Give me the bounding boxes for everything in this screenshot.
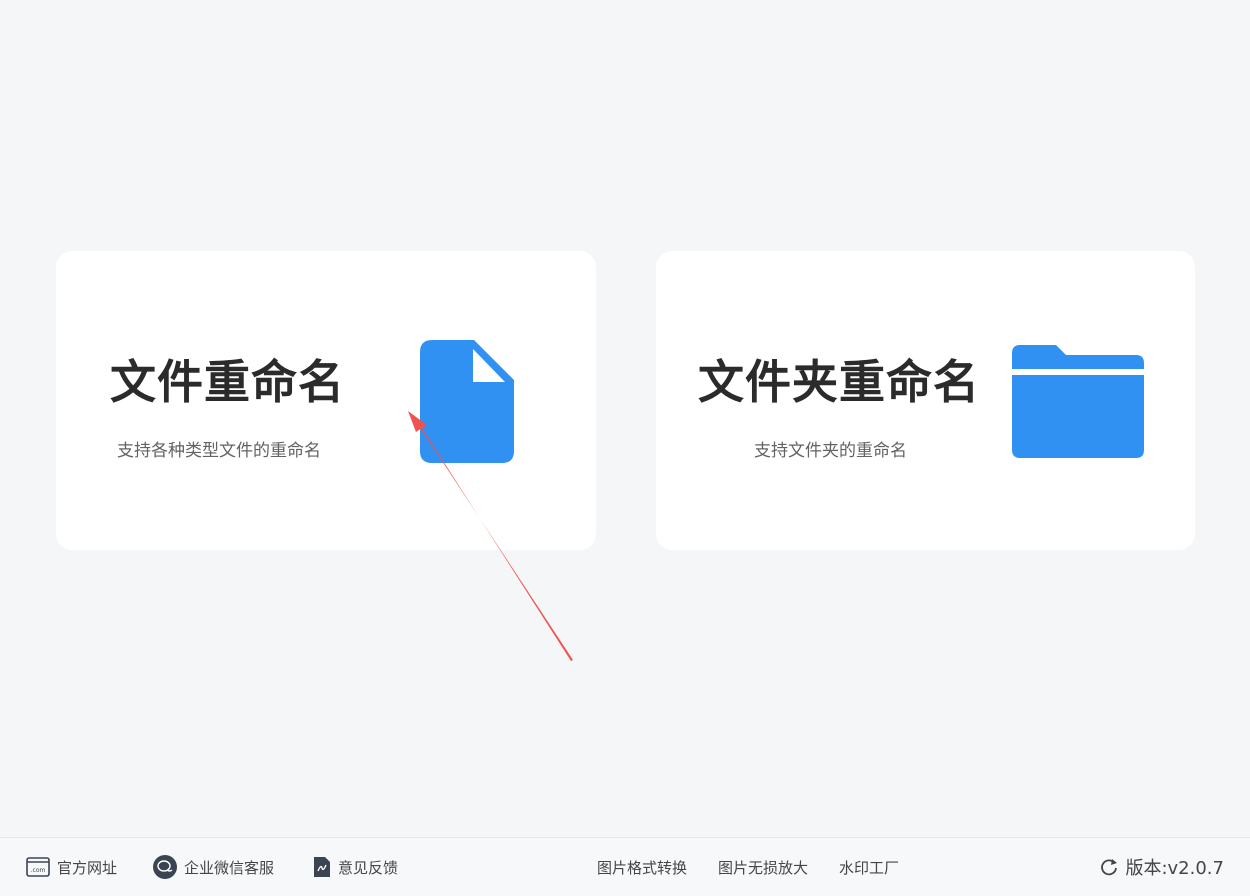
image-lossless-enlarge-label: 图片无损放大 [718,858,809,877]
folder-rename-title: 文件夹重命名 [698,355,980,409]
file-rename-title: 文件重命名 [110,355,345,409]
image-format-convert-link[interactable]: 图片格式转换 [597,838,687,896]
wechat-service-link[interactable]: 企业微信客服 [153,838,274,896]
website-com-icon: .com [26,857,50,877]
wechat-chat-icon [153,855,177,879]
svg-text:.com: .com [31,867,46,874]
file-rename-description: 支持各种类型文件的重命名 [117,441,321,461]
image-lossless-enlarge-link[interactable]: 图片无损放大 [718,838,808,896]
footer-bar: .com 官方网址 企业微信客服 意见反馈 图片格式转换 图片无损放大 水印工厂… [0,837,1250,895]
watermark-factory-link[interactable]: 水印工厂 [839,838,899,896]
folder-icon [1012,345,1144,462]
official-website-label: 官方网址 [57,858,118,877]
wechat-service-label: 企业微信客服 [184,858,275,877]
feedback-label: 意见反馈 [338,858,399,877]
watermark-factory-label: 水印工厂 [839,858,900,877]
feedback-link[interactable]: 意见反馈 [313,838,398,896]
official-website-link[interactable]: .com 官方网址 [26,838,117,896]
file-icon [420,340,514,467]
file-rename-card[interactable]: 文件重命名 支持各种类型文件的重命名 [56,251,596,550]
folder-rename-description: 支持文件夹的重命名 [754,441,907,461]
refresh-icon [1099,857,1119,877]
folder-rename-card[interactable]: 文件夹重命名 支持文件夹的重命名 [656,251,1195,550]
version-check[interactable]: 版本:v2.0.7 [1099,838,1224,896]
feedback-document-icon [313,856,331,878]
version-label: 版本:v2.0.7 [1125,858,1224,879]
main-area: 文件重命名 支持各种类型文件的重命名 文件夹重命名 支持文件夹的重命名 [0,0,1250,837]
image-format-convert-label: 图片格式转换 [597,858,688,877]
